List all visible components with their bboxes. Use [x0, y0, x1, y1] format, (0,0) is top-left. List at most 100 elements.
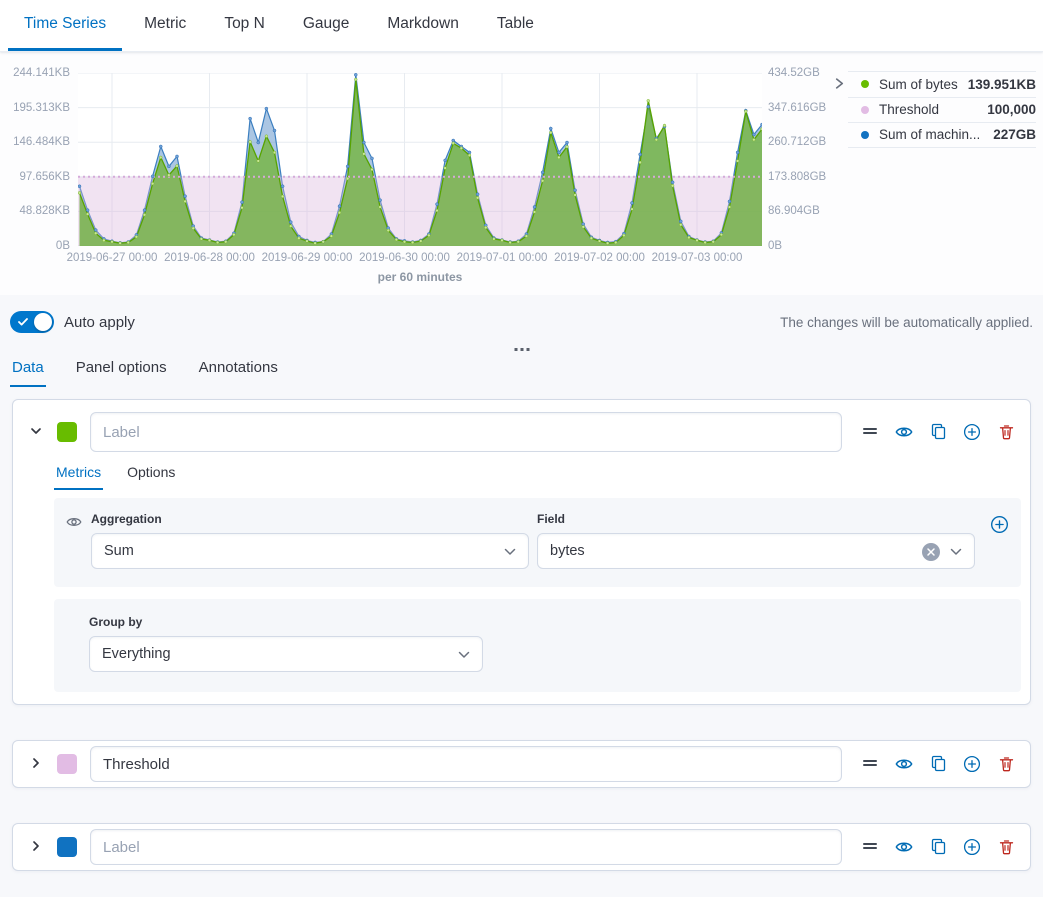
cross-icon	[926, 547, 936, 557]
expand-series-button[interactable]	[27, 838, 45, 856]
clone-series-button[interactable]	[928, 837, 948, 857]
tab-gauge[interactable]: Gauge	[287, 0, 366, 51]
legend-item-threshold[interactable]: Threshold 100,000	[848, 97, 1036, 123]
series-label-input[interactable]	[90, 829, 842, 865]
group-by-select[interactable]: Everything	[89, 636, 483, 672]
series-header	[13, 741, 1030, 787]
tab-panel-options[interactable]: Panel options	[74, 349, 169, 387]
toggle-series-visibility-button[interactable]	[894, 754, 914, 774]
clear-field-button[interactable]	[922, 543, 940, 561]
auto-apply-label: Auto apply	[64, 314, 135, 331]
eye-icon	[895, 755, 913, 773]
drag-handle-icon[interactable]	[860, 837, 880, 857]
chevron-right-icon	[28, 755, 44, 771]
y-right-tick: 347.616GB	[768, 102, 838, 114]
y-left-tick: 146.484KB	[0, 136, 70, 148]
x-tick: 2019-07-01 00:00	[447, 252, 557, 264]
plus-circle-icon	[990, 515, 1009, 534]
series-color-swatch[interactable]	[57, 422, 77, 442]
y-left-tick: 195.313KB	[0, 102, 70, 114]
expand-series-button[interactable]	[27, 755, 45, 773]
trash-icon	[998, 423, 1015, 440]
x-tick: 2019-06-30 00:00	[350, 252, 460, 264]
drag-handle-icon[interactable]	[860, 422, 880, 442]
clone-series-button[interactable]	[928, 422, 948, 442]
y-right-tick: 173.808GB	[768, 171, 838, 183]
chart-plot-area[interactable]	[78, 73, 762, 246]
y-right-tick: 86.904GB	[768, 205, 838, 217]
x-tick: 2019-06-27 00:00	[57, 252, 167, 264]
field-label: Field	[537, 512, 975, 526]
chevron-down-icon	[458, 651, 470, 659]
legend-series-name: Sum of bytes	[879, 77, 962, 92]
field-combobox[interactable]: bytes	[537, 533, 975, 569]
add-series-button[interactable]	[962, 422, 982, 442]
legend-item-sum-of-bytes[interactable]: Sum of bytes 139.951KB	[848, 71, 1036, 97]
toggle-series-visibility-button[interactable]	[894, 422, 914, 442]
series-header	[13, 824, 1030, 870]
metric-visibility-eye-icon[interactable]	[66, 514, 82, 535]
plus-circle-icon	[963, 755, 981, 773]
copy-icon	[930, 423, 947, 440]
legend-series-value: 227GB	[993, 127, 1036, 142]
copy-icon	[930, 838, 947, 855]
series-color-swatch[interactable]	[57, 754, 77, 774]
series-actions	[860, 422, 1016, 442]
field-value: bytes	[550, 543, 585, 559]
series-card-1: Metrics Options Aggregation	[12, 399, 1031, 705]
legend-series-name: Threshold	[879, 102, 981, 117]
eye-icon	[895, 423, 913, 441]
aggregation-value: Sum	[104, 543, 134, 559]
metric-row: Aggregation Sum Field bytes	[54, 498, 1021, 587]
tab-time-series[interactable]: Time Series	[8, 0, 122, 51]
series-sub-tabs: Metrics Options	[54, 464, 1030, 490]
legend-series-name: Sum of machin...	[879, 127, 987, 142]
delete-series-button[interactable]	[996, 754, 1016, 774]
chevron-down-icon	[950, 548, 962, 556]
tab-markdown[interactable]: Markdown	[371, 0, 475, 51]
series-label-input[interactable]	[90, 412, 842, 452]
delete-series-button[interactable]	[996, 422, 1016, 442]
legend-series-value: 100,000	[987, 102, 1036, 117]
tab-top-n[interactable]: Top N	[208, 0, 281, 51]
aggregation-select[interactable]: Sum	[91, 533, 529, 569]
add-metric-button[interactable]	[989, 514, 1009, 534]
group-by-row: Group by Everything	[54, 599, 1021, 692]
editor-section-tabs: Data Panel options Annotations	[0, 349, 1043, 387]
y-right-tick: 260.712GB	[768, 136, 838, 148]
series-color-dot	[861, 80, 869, 88]
series-actions	[860, 754, 1016, 774]
y-right-tick: 434.52GB	[768, 67, 838, 79]
add-series-button[interactable]	[962, 754, 982, 774]
series-card-2	[12, 740, 1031, 788]
tab-metric[interactable]: Metric	[128, 0, 202, 51]
legend-item-sum-of-machine-ram[interactable]: Sum of machin... 227GB	[848, 122, 1036, 148]
series-color-dot	[861, 106, 869, 114]
tab-data[interactable]: Data	[10, 349, 46, 387]
delete-series-button[interactable]	[996, 837, 1016, 857]
panel-resize-handle[interactable]	[512, 346, 531, 353]
add-series-button[interactable]	[962, 837, 982, 857]
series-card-3	[12, 823, 1031, 871]
clone-series-button[interactable]	[928, 754, 948, 774]
tab-table[interactable]: Table	[481, 0, 550, 51]
drag-handle-icon[interactable]	[860, 754, 880, 774]
tab-metrics[interactable]: Metrics	[54, 464, 103, 490]
series-color-swatch[interactable]	[57, 837, 77, 857]
auto-apply-note: The changes will be automatically applie…	[780, 315, 1033, 330]
auto-apply-toggle[interactable]	[10, 311, 54, 333]
series-list: Metrics Options Aggregation	[0, 387, 1043, 883]
y-right-tick: 0B	[768, 240, 838, 252]
tab-annotations[interactable]: Annotations	[197, 349, 280, 387]
chart-legend: Sum of bytes 139.951KB Threshold 100,000…	[848, 71, 1036, 148]
toggle-series-visibility-button[interactable]	[894, 837, 914, 857]
visualization-type-tabs: Time Series Metric Top N Gauge Markdown …	[0, 0, 1043, 52]
legend-collapse-button[interactable]	[831, 76, 847, 92]
auto-apply-bar: Auto apply The changes will be automatic…	[0, 295, 1043, 349]
y-left-tick: 48.828KB	[0, 205, 70, 217]
collapse-series-button[interactable]	[27, 423, 45, 441]
tab-options[interactable]: Options	[125, 464, 177, 490]
series-label-input[interactable]	[90, 746, 842, 782]
y-left-tick: 0B	[0, 240, 70, 252]
x-tick: 2019-07-03 00:00	[642, 252, 752, 264]
